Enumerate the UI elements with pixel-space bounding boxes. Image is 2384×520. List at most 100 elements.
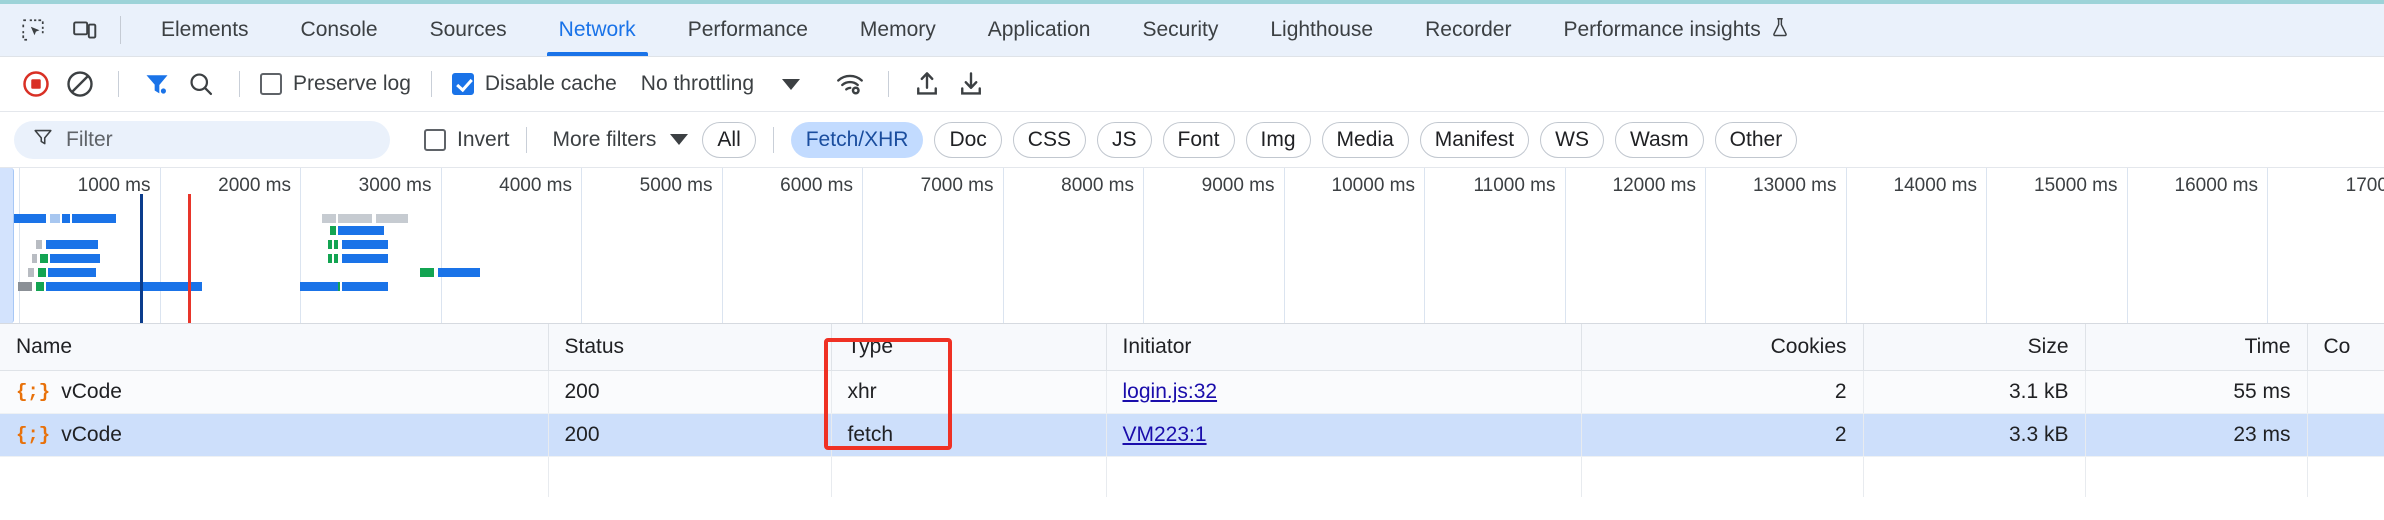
filter-chip-doc[interactable]: Doc <box>934 121 1002 158</box>
initiator-link[interactable]: VM223:1 <box>1123 423 1207 446</box>
overview-left-handle[interactable] <box>0 168 14 323</box>
import-har-icon[interactable] <box>905 64 949 104</box>
column-header-name[interactable]: Name <box>0 324 549 371</box>
cell-initiator[interactable]: login.js:32 <box>1106 370 1582 414</box>
overview-tick-label: 3000 ms <box>358 175 432 196</box>
chip-label: JS <box>1111 127 1137 151</box>
filter-funnel-icon[interactable] <box>135 64 179 104</box>
panel-tabs: Elements Console Sources Network Perform… <box>135 4 1817 56</box>
chip-label: Other <box>1729 127 1783 151</box>
filter-chip-js[interactable]: JS <box>1096 121 1152 158</box>
filter-chip-wasm[interactable]: Wasm <box>1614 121 1704 158</box>
tab-label: Security <box>1142 18 1219 41</box>
tab-memory[interactable]: Memory <box>834 4 962 56</box>
overview-request-bar <box>420 268 720 277</box>
table-row[interactable]: {;} vCode 200 fetch VM223:1 2 3.3 kB 23 … <box>0 413 2384 457</box>
tab-recorder[interactable]: Recorder <box>1399 4 1537 56</box>
table-row[interactable]: {;} vCode 200 xhr login.js:32 2 3.1 kB 5… <box>0 370 2384 414</box>
overview-tick-label: 2000 ms <box>218 175 291 196</box>
overview-tick-label: 4000 ms <box>499 175 572 196</box>
overview-request-bar <box>328 240 628 249</box>
overview-tick-label: 12000 ms <box>1612 175 1696 196</box>
tab-sources[interactable]: Sources <box>404 4 533 56</box>
chip-label: Img <box>1260 127 1296 151</box>
tab-performance[interactable]: Performance <box>662 4 834 56</box>
overview-bar-segment <box>438 268 480 277</box>
invert-checkbox[interactable]: Invert <box>424 128 510 152</box>
more-filters-dropdown[interactable]: More filters <box>553 128 689 152</box>
record-stop-icon[interactable] <box>14 64 58 104</box>
overview-bar-segment <box>48 268 96 277</box>
tab-security[interactable]: Security <box>1116 4 1244 56</box>
throttling-dropdown[interactable]: No throttling <box>631 72 810 96</box>
cell-time: 23 ms <box>2085 413 2308 457</box>
overview-request-bar <box>322 214 622 223</box>
network-conditions-icon[interactable] <box>828 64 872 104</box>
preserve-log-checkbox[interactable]: Preserve log <box>256 72 415 96</box>
devtools-tool-icons <box>0 4 102 56</box>
tab-performance-insights[interactable]: Performance insights <box>1537 4 1816 56</box>
filter-chip-media[interactable]: Media <box>1321 121 1409 158</box>
column-header-cookies[interactable]: Cookies <box>1581 324 1864 371</box>
cell-name[interactable]: {;} vCode <box>0 370 549 414</box>
tab-label: Network <box>558 18 636 41</box>
clear-network-log-icon[interactable] <box>58 64 102 104</box>
preserve-log-checkbox-box[interactable] <box>260 73 282 95</box>
overview-bar-segment <box>36 240 42 249</box>
column-header-initiator[interactable]: Initiator <box>1106 324 1582 371</box>
cell-cookies: 2 <box>1581 413 1864 457</box>
overview-tick-label: 8000 ms <box>1061 175 1134 196</box>
overview-bar-segment <box>72 214 116 223</box>
overview-bar-segment <box>46 240 98 249</box>
device-toolbar-icon[interactable] <box>68 13 102 47</box>
overview-bar-segment <box>12 214 46 223</box>
search-icon[interactable] <box>179 64 223 104</box>
filter-chip-img[interactable]: Img <box>1245 121 1311 158</box>
tab-console[interactable]: Console <box>275 4 404 56</box>
network-overview-timeline[interactable]: 1000 ms 2000 ms 3000 ms 4000 ms 5000 ms 6000 … <box>0 168 2384 324</box>
overview-tick-label: 13000 ms <box>1753 175 1837 196</box>
tab-network[interactable]: Network <box>533 4 662 56</box>
inspect-element-icon[interactable] <box>16 13 50 47</box>
overview-bar-segment <box>40 254 48 263</box>
disable-cache-checkbox[interactable]: Disable cache <box>448 72 621 96</box>
request-name: vCode <box>61 423 122 446</box>
resource-type-filters: All Fetch/XHR Doc CSS JS Font Img Media … <box>702 121 1798 158</box>
tab-lighthouse[interactable]: Lighthouse <box>1244 4 1399 56</box>
tab-elements[interactable]: Elements <box>135 4 275 56</box>
disable-cache-checkbox-box[interactable] <box>451 73 474 95</box>
overview-request-bar <box>6 282 306 291</box>
tab-label: Performance insights <box>1563 18 1761 41</box>
cell-connection <box>2307 370 2384 414</box>
filter-chip-manifest[interactable]: Manifest <box>1419 121 1530 158</box>
overview-request-bar <box>330 226 630 235</box>
filter-chip-ws[interactable]: WS <box>1540 121 1604 158</box>
cell-name[interactable]: {;} vCode <box>0 413 549 457</box>
column-header-type[interactable]: Type <box>831 324 1107 371</box>
tab-application[interactable]: Application <box>962 4 1117 56</box>
chip-divider <box>772 126 774 153</box>
column-header-time[interactable]: Time <box>2085 324 2308 371</box>
more-filters-label: More filters <box>552 127 657 151</box>
cell-initiator[interactable]: VM223:1 <box>1106 413 1582 457</box>
column-header-status[interactable]: Status <box>548 324 832 371</box>
toolbar-divider-2 <box>239 71 240 97</box>
devtools-tabbar: Elements Console Sources Network Perform… <box>0 4 2384 57</box>
filter-chip-fetch-xhr[interactable]: Fetch/XHR <box>790 121 924 158</box>
column-header-size[interactable]: Size <box>1863 324 2086 371</box>
filter-chip-all[interactable]: All <box>702 121 756 158</box>
column-header-connection[interactable]: Co <box>2307 324 2384 371</box>
invert-checkbox-box[interactable] <box>424 128 446 151</box>
cell-connection <box>2307 413 2384 457</box>
export-har-icon[interactable] <box>949 64 993 104</box>
overview-request-bar <box>300 282 600 291</box>
filter-chip-other[interactable]: Other <box>1714 121 1798 158</box>
overview-event-marker <box>188 194 191 323</box>
initiator-link[interactable]: login.js:32 <box>1123 380 1218 403</box>
filter-chip-css[interactable]: CSS <box>1012 121 1086 158</box>
filter-input[interactable]: Filter <box>14 120 390 159</box>
overview-bar-segment <box>328 254 332 263</box>
overview-bar-segment <box>420 268 434 277</box>
filter-chip-font[interactable]: Font <box>1162 121 1235 158</box>
tab-label: Performance <box>687 18 808 41</box>
